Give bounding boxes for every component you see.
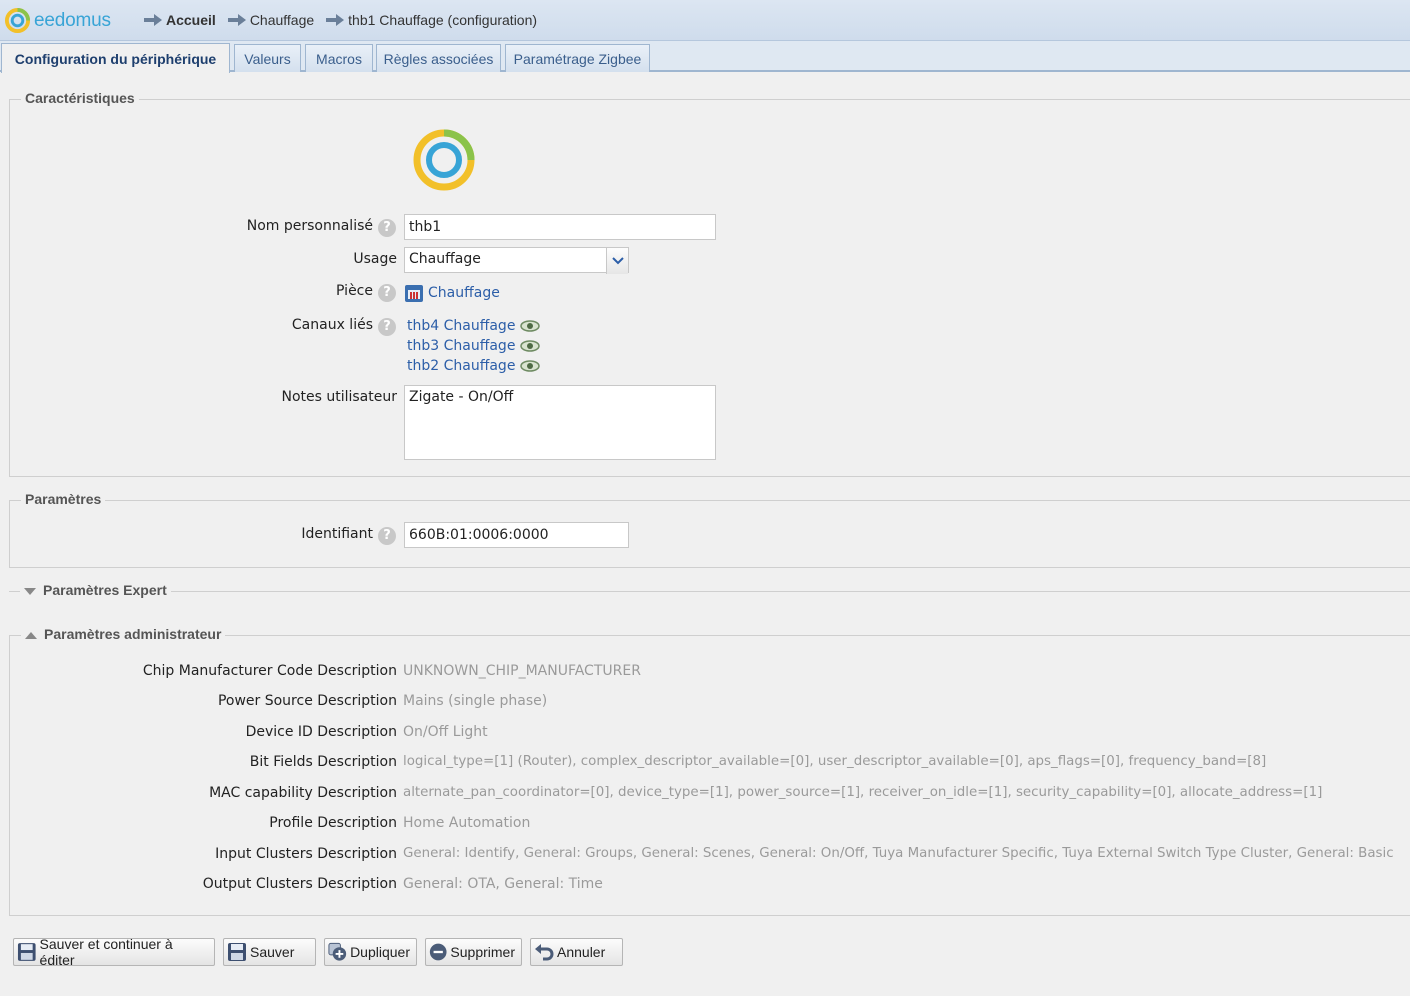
admin-row-label: Profile Description: [269, 815, 397, 831]
arrow-right-icon: [227, 14, 246, 26]
notes-textarea[interactable]: Zigate - On/Off: [404, 385, 716, 460]
arrow-right-icon: [326, 14, 345, 26]
room-name: Chauffage: [428, 285, 500, 301]
admin-row-value: General: Identify, General: Groups, Gene…: [403, 846, 1394, 861]
usage-select[interactable]: Chauffage: [404, 247, 629, 274]
cancel-button[interactable]: Annuler: [530, 938, 623, 966]
help-icon[interactable]: ?: [378, 318, 396, 336]
admin-row-label: MAC capability Description: [209, 785, 397, 801]
tab-zigbee[interactable]: Paramétrage Zigbee: [505, 44, 650, 72]
admin-row-label: Device ID Description: [245, 724, 397, 740]
floppy-disk-icon: [17, 943, 36, 961]
help-icon[interactable]: ?: [378, 219, 396, 237]
channel-link[interactable]: thb4 Chauffage: [407, 318, 541, 334]
breadcrumb-current: thb1 Chauffage (configuration): [326, 12, 537, 28]
admin-row-value: alternate_pan_coordinator=[0], device_ty…: [403, 785, 1323, 800]
admin-row-value: Home Automation: [403, 815, 531, 831]
chevron-down-icon: [612, 257, 624, 265]
tab-configuration[interactable]: Configuration du périphérique: [1, 43, 230, 73]
name-label: Nom personnalisé: [246, 218, 373, 234]
admin-toggle[interactable]: Paramètres administrateur: [21, 626, 226, 642]
breadcrumb: Accueil Chauffage thb1 Chauffage (config…: [144, 12, 549, 28]
eye-icon[interactable]: [520, 340, 541, 352]
admin-row-value: Mains (single phase): [403, 693, 548, 709]
room-icon: [405, 285, 423, 302]
delete-button[interactable]: Supprimer: [425, 938, 522, 966]
expert-toggle[interactable]: Paramètres Expert: [20, 582, 171, 598]
admin-row-value: UNKNOWN_CHIP_MANUFACTURER: [403, 663, 641, 679]
expand-arrow-icon: [25, 631, 37, 639]
tab-rules[interactable]: Règles associées: [376, 44, 501, 72]
section-legend: Caractéristiques: [21, 90, 139, 106]
arrow-right-icon: [144, 14, 162, 26]
device-type-icon: [413, 129, 475, 191]
tab-macros[interactable]: Macros: [305, 44, 373, 72]
eedomus-logo[interactable]: eedomus: [4, 7, 111, 34]
admin-row-label: Power Source Description: [217, 693, 397, 709]
admin-row-label: Bit Fields Description: [249, 754, 397, 770]
undo-icon: [535, 944, 554, 961]
collapse-arrow-icon: [24, 587, 36, 595]
admin-row-label: Chip Manufacturer Code Description: [142, 663, 397, 679]
notes-label: Notes utilisateur: [281, 389, 397, 405]
channel-link[interactable]: thb3 Chauffage: [407, 338, 541, 354]
breadcrumb-room[interactable]: Chauffage: [227, 12, 314, 28]
breadcrumb-home[interactable]: Accueil: [144, 12, 216, 28]
usage-selected-value: Chauffage: [409, 251, 481, 267]
admin-row-value: logical_type=[1] (Router), complex_descr…: [403, 754, 1267, 769]
save-button[interactable]: Sauver: [223, 938, 316, 966]
identifier-label: Identifiant: [301, 526, 373, 542]
save-continue-button[interactable]: Sauver et continuer à éditer: [13, 936, 215, 968]
channel-link[interactable]: thb2 Chauffage: [407, 358, 541, 374]
channels-label: Canaux liés: [291, 317, 373, 333]
name-input[interactable]: [404, 214, 716, 240]
admin-row-value: On/Off Light: [403, 724, 488, 740]
tab-values[interactable]: Valeurs: [234, 44, 301, 72]
identifier-input[interactable]: [404, 522, 629, 548]
duplicate-icon: [328, 942, 347, 961]
help-icon[interactable]: ?: [378, 284, 396, 302]
room-label: Pièce: [336, 283, 373, 299]
eye-icon[interactable]: [520, 360, 541, 372]
usage-label: Usage: [353, 251, 397, 267]
top-header: eedomus Accueil Chauffage thb1 Chauffage…: [0, 0, 1410, 41]
duplicate-button[interactable]: Dupliquer: [324, 938, 417, 966]
tab-bar: Configuration du périphérique Valeurs Ma…: [0, 41, 1410, 73]
dropdown-button[interactable]: [606, 248, 628, 274]
logo-ring-icon: [4, 7, 31, 34]
help-icon[interactable]: ?: [378, 527, 396, 545]
eye-icon[interactable]: [520, 320, 541, 332]
minus-circle-icon: [429, 943, 447, 961]
logo-text: eedomus: [34, 9, 111, 31]
floppy-disk-icon: [228, 943, 246, 961]
admin-row-value: General: OTA, General: Time: [403, 876, 603, 892]
section-legend: Paramètres: [21, 491, 106, 507]
room-link[interactable]: Chauffage: [404, 283, 500, 303]
expert-section: Paramètres Expert: [9, 582, 1410, 598]
admin-row-label: Input Clusters Description: [215, 846, 397, 862]
admin-row-label: Output Clusters Description: [202, 876, 397, 892]
